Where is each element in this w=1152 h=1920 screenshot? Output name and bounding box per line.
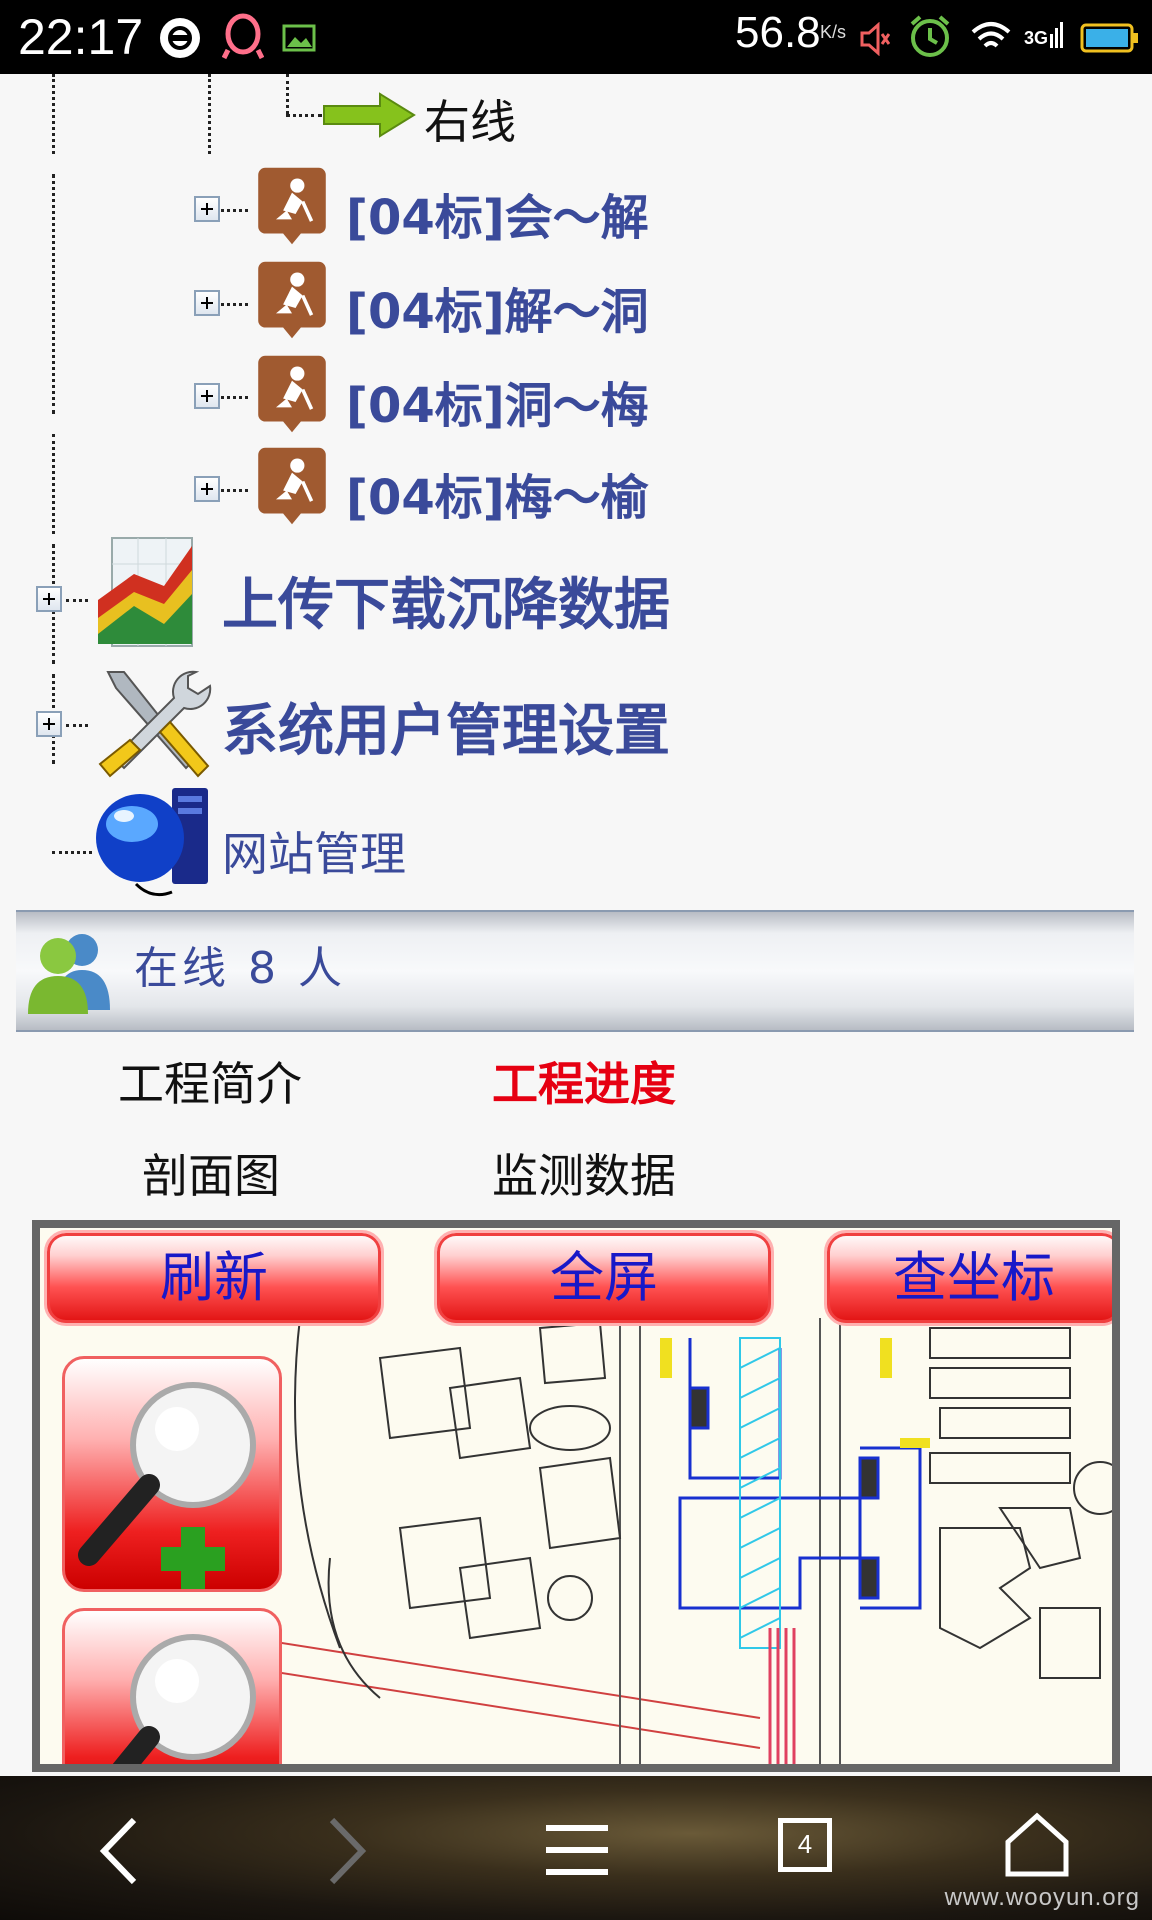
net-speed: 56.8 bbox=[735, 8, 821, 57]
construction-worker-icon bbox=[258, 261, 326, 339]
tabs-count: 4 bbox=[797, 1829, 813, 1859]
expand-icon[interactable] bbox=[194, 290, 220, 316]
sync-icon bbox=[160, 18, 200, 58]
qq-icon bbox=[222, 13, 264, 60]
link-project-intro[interactable]: 工程简介 bbox=[118, 1048, 302, 1114]
construction-worker-icon bbox=[258, 447, 326, 525]
link-section-view[interactable]: 剖面图 bbox=[142, 1140, 280, 1206]
zoom-out-icon bbox=[112, 1634, 256, 1764]
expand-icon[interactable] bbox=[194, 476, 220, 502]
svg-text:3G: 3G bbox=[1024, 28, 1048, 48]
tree-item-segment[interactable]: [04标]洞～梅 bbox=[346, 366, 649, 436]
tree-line bbox=[52, 851, 92, 854]
zoom-in-button[interactable] bbox=[62, 1356, 282, 1592]
construction-worker-icon bbox=[258, 167, 326, 245]
chart-data-icon bbox=[98, 537, 193, 647]
forward-icon[interactable] bbox=[326, 1816, 370, 1886]
tree-line bbox=[52, 74, 55, 154]
tree-line bbox=[286, 114, 322, 117]
tools-icon bbox=[98, 670, 212, 778]
alarm-icon bbox=[910, 15, 950, 57]
users-icon bbox=[28, 934, 110, 1014]
home-icon[interactable] bbox=[1004, 1812, 1070, 1878]
menu-icon[interactable] bbox=[542, 1820, 612, 1880]
tree-item-segment[interactable]: [04标]会～解 bbox=[346, 178, 649, 248]
tree-line bbox=[66, 724, 88, 727]
link-project-progress[interactable]: 工程进度 bbox=[492, 1048, 676, 1114]
fullscreen-button[interactable]: 全屏 bbox=[434, 1230, 774, 1326]
image-icon bbox=[282, 24, 316, 52]
wifi-icon bbox=[971, 22, 1011, 48]
status-bar: 22:17 56.8 K/s 3G bbox=[0, 0, 1152, 74]
globe-computer-icon bbox=[96, 788, 208, 897]
navigation-bar: 4 www.wooyun.org bbox=[0, 1776, 1152, 1920]
mute-icon bbox=[860, 22, 890, 56]
map-viewer[interactable]: 刷新 全屏 查坐标 bbox=[32, 1220, 1120, 1772]
tree-line bbox=[286, 74, 289, 114]
tree-item-segment[interactable]: [04标]解～洞 bbox=[346, 272, 649, 342]
arrow-right-icon bbox=[323, 92, 416, 138]
watermark: www.wooyun.org bbox=[944, 1884, 1140, 1911]
tree-line bbox=[52, 434, 55, 534]
tree-line bbox=[208, 74, 211, 154]
clock: 22:17 bbox=[18, 9, 144, 65]
battery-icon bbox=[1080, 23, 1138, 53]
back-icon[interactable] bbox=[96, 1816, 140, 1886]
online-status-bar: 在线 8 人 bbox=[16, 910, 1134, 1032]
tree-item-website-management[interactable]: 网站管理 bbox=[222, 818, 406, 884]
expand-icon[interactable] bbox=[36, 711, 62, 737]
zoom-in-icon bbox=[78, 1382, 256, 1589]
expand-icon[interactable] bbox=[36, 586, 62, 612]
tree-line bbox=[66, 599, 88, 602]
tree-item-segment[interactable]: [04标]梅～榆 bbox=[346, 458, 649, 528]
query-coordinates-button[interactable]: 查坐标 bbox=[824, 1230, 1112, 1326]
project-tree: 右线 [04标]会～解 [04标]解～洞 [04标]洞～梅 [04标]梅～榆 上… bbox=[0, 74, 1152, 904]
construction-worker-icon bbox=[258, 355, 326, 433]
signal-3g-icon: 3G bbox=[1024, 22, 1063, 48]
tabs-button[interactable]: 4 bbox=[778, 1818, 832, 1872]
zoom-out-button[interactable] bbox=[62, 1608, 282, 1764]
refresh-button[interactable]: 刷新 bbox=[44, 1230, 384, 1326]
expand-icon[interactable] bbox=[194, 383, 220, 409]
tree-item-right-line[interactable]: 右线 bbox=[424, 86, 516, 152]
online-count: 在线 8 人 bbox=[134, 943, 346, 994]
tree-item-upload-settlement[interactable]: 上传下载沉降数据 bbox=[222, 560, 670, 641]
tree-item-user-settings[interactable]: 系统用户管理设置 bbox=[222, 686, 670, 767]
tree-line bbox=[52, 174, 55, 414]
expand-icon[interactable] bbox=[194, 196, 220, 222]
net-speed-unit: K/s bbox=[820, 22, 847, 42]
link-monitoring-data[interactable]: 监测数据 bbox=[492, 1140, 676, 1206]
